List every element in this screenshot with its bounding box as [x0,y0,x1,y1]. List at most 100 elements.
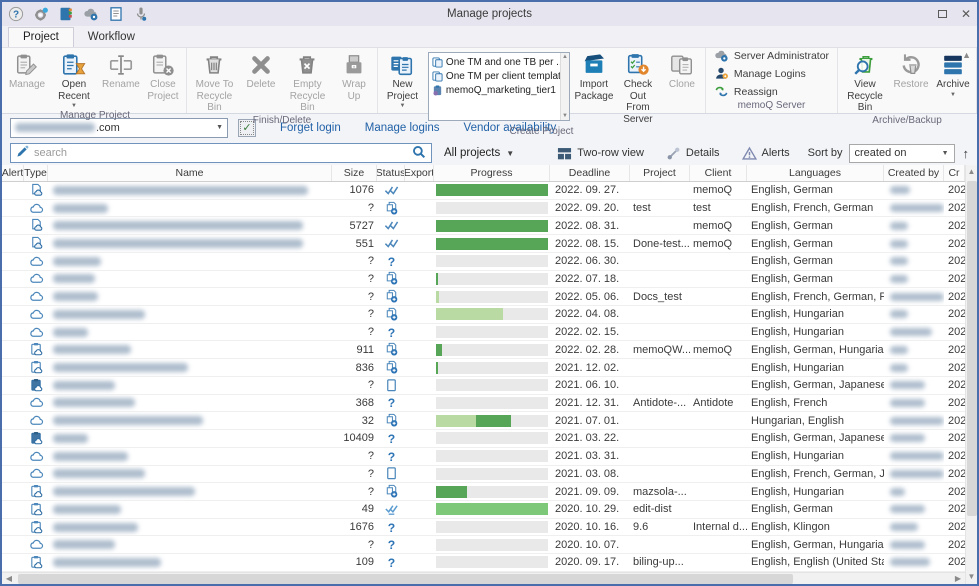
ribbon-button-label: Manage [9,79,45,91]
rename-button[interactable]: Rename [100,50,142,109]
reassign-button[interactable]: Reassign [714,84,829,99]
table-row[interactable]: ?2022. 07. 18.English, German202 [2,271,965,289]
horizontal-scroll-thumb[interactable] [18,574,793,584]
column-header-languages[interactable]: Languages [747,165,884,181]
restore-button[interactable]: Restore [890,50,932,114]
manage-logins-button[interactable]: Manage Logins [714,66,829,81]
server-administrator-quick-icon[interactable] [83,6,99,22]
table-row[interactable]: ?2022. 05. 06.Docs_testEnglish, French, … [2,288,965,306]
manage-button[interactable]: Manage [6,50,48,109]
project-cell [630,412,690,429]
empty-recycle-bin-button[interactable]: Empty Recycle Bin [282,50,333,114]
project-template-listbox[interactable]: One TM and one TB per ...One TM per clie… [428,52,570,121]
sort-by-label: Sort by [808,147,843,159]
created-on-cell: 202 [944,412,965,429]
table-row[interactable]: 10409?2021. 03. 22.English, German, Japa… [2,430,965,448]
wrap-up-button[interactable]: Wrap Up [333,50,375,114]
table-row[interactable]: ??2022. 06. 30.English, German202 [2,253,965,271]
notes-icon[interactable] [108,6,124,22]
template-option[interactable]: memoQ_marketing_tier1 [432,83,560,97]
column-header-progress[interactable]: Progress [434,165,550,181]
sort-by-dropdown[interactable]: created on ▼ [849,144,955,163]
table-row[interactable]: 8362021. 12. 02.English, Hungarian202 [2,359,965,377]
table-row[interactable]: 1676?2020. 10. 16.9.6Internal d...Englis… [2,519,965,537]
progress-bar [434,501,550,518]
tab-workflow[interactable]: Workflow [74,28,149,47]
maximize-button[interactable] [938,10,947,18]
size-cell: ? [332,324,377,341]
horizontal-scrollbar[interactable]: ◀ ▶ [2,572,965,584]
table-row[interactable]: ?2022. 09. 20.testtestEnglish, French, G… [2,200,965,218]
languages-cell: English, German [747,501,884,518]
status-delivered-icon [377,501,405,518]
tab-project[interactable]: Project [8,27,74,47]
server-administrator-button[interactable]: Server Administrator [714,48,829,63]
chevron-down-icon: ▼ [399,103,405,109]
help-icon[interactable]: ? [8,6,24,22]
open-recent-button[interactable]: Open Recent▼ [48,50,100,109]
dictation-microphone-icon[interactable] [133,6,149,22]
delete-button[interactable]: Delete [240,50,282,114]
created-by-redacted [884,271,944,288]
import-package-button[interactable]: Import Package [573,50,615,125]
collapse-ribbon-icon[interactable]: ▲ [962,50,971,60]
table-row[interactable]: ??2021. 03. 31.English, Hungarian202 [2,448,965,466]
move-to-recycle-bin-button[interactable]: Move To Recycle Bin [189,50,240,114]
search-input[interactable] [34,147,407,159]
column-header-type[interactable]: Type [24,165,48,181]
project-scope-filter[interactable]: All projects ▼ [444,147,514,159]
column-header-status[interactable]: Status [377,165,405,181]
table-row[interactable]: 322021. 07. 01.Hungarian, English202 [2,412,965,430]
deadline-cell: 2021. 03. 08. [550,466,630,483]
close-button[interactable]: ✕ [961,8,971,20]
languages-cell: English, Hungarian [747,306,884,323]
column-header-created-by[interactable]: Created by [884,165,944,181]
table-row[interactable]: 5512022. 08. 15.Done-test...memoQEnglish… [2,235,965,253]
table-row[interactable]: ?2021. 06. 10.English, German, Japanese2… [2,377,965,395]
template-option[interactable]: One TM and one TB per ... [432,55,560,69]
vertical-scrollbar[interactable]: ▲ ▼ [965,165,977,584]
clone-button[interactable]: Clone [661,50,703,125]
view-recycle-bin-button[interactable]: View Recycle Bin [840,50,890,114]
vertical-scroll-thumb[interactable] [967,181,977,516]
column-header-name[interactable]: Name [48,165,332,181]
search-icon[interactable] [412,145,426,162]
scroll-left-icon[interactable]: ◀ [2,574,16,583]
check-out-from-server-button[interactable]: Check Out From Server [615,50,661,125]
column-header-cr[interactable]: Cr [944,165,965,181]
table-row[interactable]: 9112022. 02. 28.memoQW...memoQEnglish, G… [2,341,965,359]
options-gear-icon[interactable] [33,6,49,22]
column-header-client[interactable]: Client [690,165,747,181]
sort-direction-button[interactable]: ↑ [963,146,970,161]
project-cell [630,448,690,465]
table-row[interactable]: ?2021. 03. 08.English, French, German, J… [2,466,965,484]
created-by-redacted [884,466,944,483]
template-list-scrollbar[interactable]: ▲▼ [560,53,569,120]
scroll-up-icon[interactable]: ▲ [966,165,977,179]
table-row[interactable]: ??2022. 02. 15.English, Hungarian202 [2,324,965,342]
scroll-right-icon[interactable]: ▶ [951,574,965,583]
table-row[interactable]: ??2020. 10. 07.English, German, Hungaria… [2,536,965,554]
scroll-down-icon[interactable]: ▼ [966,570,977,584]
table-row[interactable]: 492020. 10. 29.edit-distEnglish, German2… [2,501,965,519]
table-row[interactable]: 368?2021. 12. 31.Antidote-...AntidoteEng… [2,395,965,413]
status-question-icon: ? [377,448,405,465]
two-row-view-toggle[interactable]: Two-row view [557,146,644,161]
size-cell: 1076 [332,182,377,199]
column-header-export[interactable]: Export [405,165,434,181]
column-header-deadline[interactable]: Deadline [550,165,630,181]
column-header-project[interactable]: Project [630,165,690,181]
table-row[interactable]: 109?2020. 09. 17.biling-up...English, En… [2,554,965,572]
template-option[interactable]: One TM per client template [432,69,560,83]
table-row[interactable]: 57272022. 08. 31.memoQEnglish, German202 [2,217,965,235]
column-header-size[interactable]: Size [332,165,377,181]
table-row[interactable]: ?2021. 09. 09.mazsola-...English, Hungar… [2,483,965,501]
alerts-toggle[interactable]: Alerts [742,146,790,161]
table-row[interactable]: 10762022. 09. 27.memoQEnglish, German202 [2,182,965,200]
new-project-button[interactable]: New Project▼ [380,50,425,125]
column-header-alert[interactable]: Alert [2,165,24,181]
table-row[interactable]: ?2022. 04. 08.English, Hungarian202 [2,306,965,324]
close-project-button[interactable]: Close Project [142,50,184,109]
details-toggle[interactable]: Details [666,146,720,161]
resource-console-icon[interactable] [58,6,74,22]
